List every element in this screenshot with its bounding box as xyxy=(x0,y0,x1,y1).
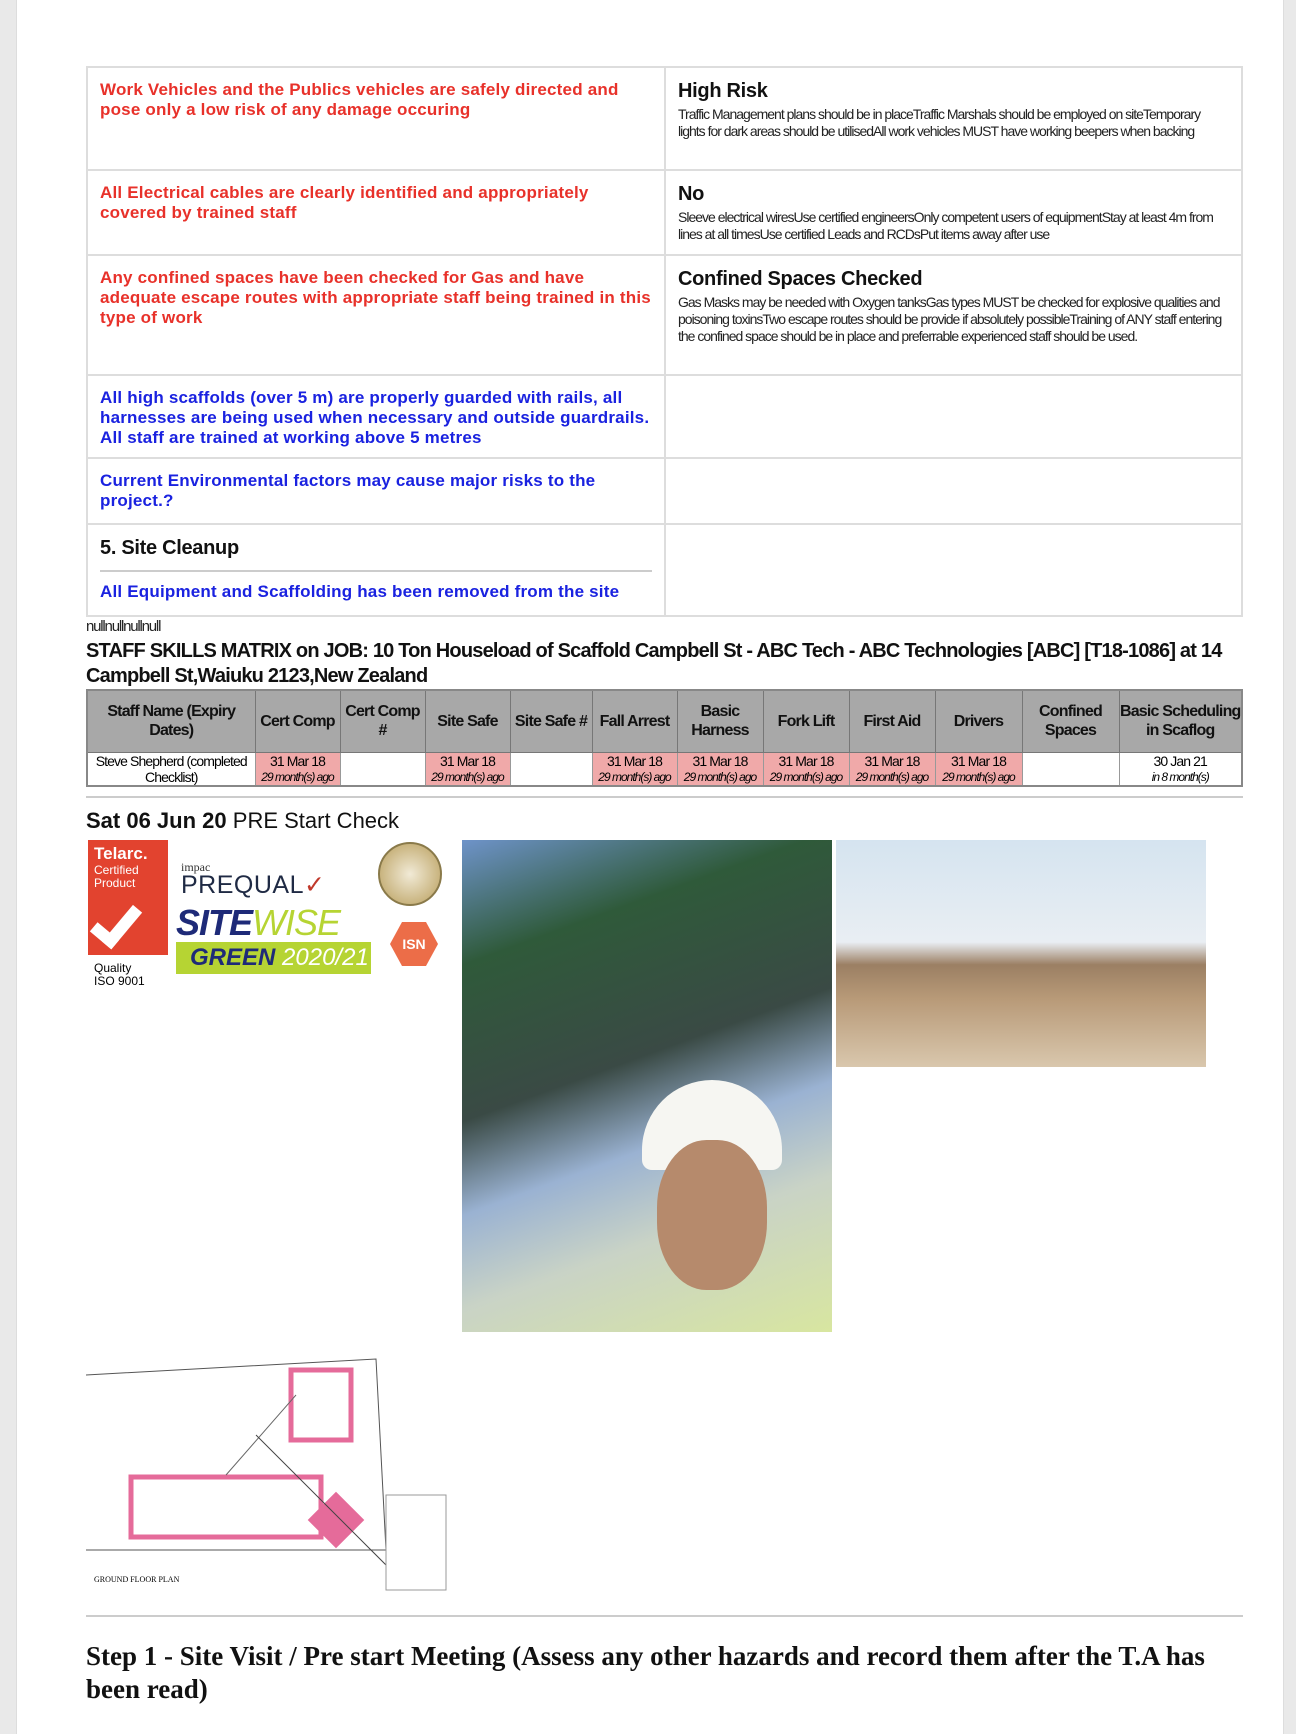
table-row: All high scaffolds (over 5 m) are proper… xyxy=(86,374,1243,459)
column-header: Confined Spaces xyxy=(1021,689,1120,753)
section-heading: 5. Site Cleanup xyxy=(100,537,652,572)
check-date: Sat 06 Jun 20 xyxy=(86,808,227,833)
divider xyxy=(86,1615,1243,1617)
risk-question: All high scaffolds (over 5 m) are proper… xyxy=(100,388,650,447)
risk-details: Sleeve electrical wiresUse certified eng… xyxy=(678,209,1214,242)
check-label: PRE Start Check xyxy=(232,808,400,833)
skill-cell: 31 Mar 18 29 month(s) ago xyxy=(934,751,1023,787)
expiry-date: 31 Mar 18 xyxy=(270,752,326,769)
column-header: Site Safe # xyxy=(509,689,593,753)
step-heading: Step 1 - Site Visit / Pre start Meeting … xyxy=(86,1641,1205,1704)
relative-time: 29 month(s) ago xyxy=(598,769,671,784)
expiry-date: 31 Mar 18 xyxy=(440,752,496,769)
relative-time: 29 month(s) ago xyxy=(431,769,504,784)
risk-answer: No xyxy=(678,183,705,205)
column-header: Fall Arrest xyxy=(591,689,678,753)
relative-time: 29 month(s) ago xyxy=(683,769,757,784)
worker-face xyxy=(657,1140,767,1290)
floor-plan-drawing xyxy=(85,1358,447,1591)
isn-logo: ISN xyxy=(390,922,438,966)
risk-question: All Equipment and Scaffolding has been r… xyxy=(100,582,620,601)
staff-name: Steve Shepherd (completed Checklist) xyxy=(86,751,256,787)
column-header: Fork Lift xyxy=(762,689,850,753)
column-header: Basic Scheduling in Scaflog xyxy=(1118,689,1243,753)
column-header: Site Safe xyxy=(424,689,511,753)
table-row: Steve Shepherd (completed Checklist) 31 … xyxy=(86,751,1243,787)
column-header: Cert Comp # xyxy=(339,689,426,753)
risk-answer-empty xyxy=(664,457,1243,525)
expiry-date: 31 Mar 18 xyxy=(607,752,663,769)
column-header: Drivers xyxy=(934,689,1023,753)
column-header: Cert Comp xyxy=(254,689,341,753)
relative-time: in 8 month(s) xyxy=(1151,769,1210,784)
sitewise-logo: SITEWISE xyxy=(176,902,341,943)
sarnz-badge xyxy=(378,842,442,906)
skill-cell: 30 Jan 21 in 8 month(s) xyxy=(1118,751,1243,787)
null-text: nullnullnullnull xyxy=(86,618,161,635)
prequal-logo: PREQUAL✓ xyxy=(181,871,326,899)
floor-plan-label: GROUND FLOOR PLAN xyxy=(94,1575,180,1584)
table-row: Any confined spaces have been checked fo… xyxy=(86,254,1243,376)
table-row: All Electrical cables are clearly identi… xyxy=(86,169,1243,256)
expiry-date: 31 Mar 18 xyxy=(778,752,835,769)
expiry-date: 31 Mar 18 xyxy=(692,752,749,769)
risk-details: Gas Masks may be needed with Oxygen tank… xyxy=(678,294,1222,344)
table-row: Current Environmental factors may cause … xyxy=(86,457,1243,525)
skill-cell: 31 Mar 18 29 month(s) ago xyxy=(591,751,678,787)
risk-question: Current Environmental factors may cause … xyxy=(100,471,596,510)
telarc-logo: Telarc. Certified Product xyxy=(88,840,168,955)
relative-time: 29 month(s) ago xyxy=(855,769,929,784)
sitewise-green-banner: GREEN 2020/21 xyxy=(176,942,371,974)
header-row: Staff Name (Expiry Dates) Cert Comp Cert C… xyxy=(86,689,1243,753)
relative-time: 29 month(s) ago xyxy=(769,769,843,784)
expiry-date: 31 Mar 18 xyxy=(864,752,921,769)
relative-time: 29 month(s) ago xyxy=(261,769,334,784)
skill-cell: 31 Mar 18 29 month(s) ago xyxy=(848,751,936,787)
skill-cell xyxy=(509,751,593,787)
column-header: First Aid xyxy=(848,689,936,753)
worker-selfie-photo xyxy=(462,840,832,1332)
skills-matrix-table: Staff Name (Expiry Dates) Cert Comp Cert C… xyxy=(86,689,1243,787)
divider xyxy=(86,796,1243,798)
expiry-date: 31 Mar 18 xyxy=(951,752,1007,769)
risk-answer-empty xyxy=(664,523,1243,617)
risk-answer: High Risk xyxy=(678,80,768,102)
relative-time: 29 month(s) ago xyxy=(942,769,1015,784)
risk-question: Any confined spaces have been checked fo… xyxy=(100,268,651,327)
skill-cell: 31 Mar 18 29 month(s) ago xyxy=(424,751,511,787)
accreditation-logos: Telarc. Certified Product Quality ISO 90… xyxy=(88,840,453,992)
check-heading: Sat 06 Jun 20 PRE Start Check xyxy=(86,808,1243,834)
risk-question: All Electrical cables are clearly identi… xyxy=(100,183,589,222)
risk-answer-empty xyxy=(664,374,1243,459)
skill-cell: 31 Mar 18 29 month(s) ago xyxy=(676,751,764,787)
ground-floor-plan: GROUND FLOOR PLAN xyxy=(85,1335,451,1593)
skill-cell xyxy=(1021,751,1120,787)
risk-answer: Confined Spaces Checked xyxy=(678,268,923,290)
skill-cell xyxy=(339,751,426,787)
table-row: 5. Site Cleanup All Equipment and Scaffol… xyxy=(86,523,1243,617)
risk-question: Work Vehicles and the Publics vehicles a… xyxy=(100,80,619,119)
column-header: Staff Name (Expiry Dates) xyxy=(86,689,256,753)
quality-label: Quality ISO 9001 xyxy=(94,961,145,988)
risk-details: Traffic Management plans should be in pl… xyxy=(678,106,1201,139)
expiry-date: 30 Jan 21 xyxy=(1153,752,1208,769)
skills-matrix-title: STAFF SKILLS MATRIX on JOB: 10 Ton House… xyxy=(86,640,1222,687)
risk-assessment-table: Work Vehicles and the Publics vehicles a… xyxy=(86,66,1243,617)
house-construction-photo xyxy=(836,840,1206,1067)
table-row: Work Vehicles and the Publics vehicles a… xyxy=(86,66,1243,171)
skill-cell: 31 Mar 18 29 month(s) ago xyxy=(254,751,341,787)
column-header: Basic Harness xyxy=(676,689,764,753)
skill-cell: 31 Mar 18 29 month(s) ago xyxy=(762,751,850,787)
